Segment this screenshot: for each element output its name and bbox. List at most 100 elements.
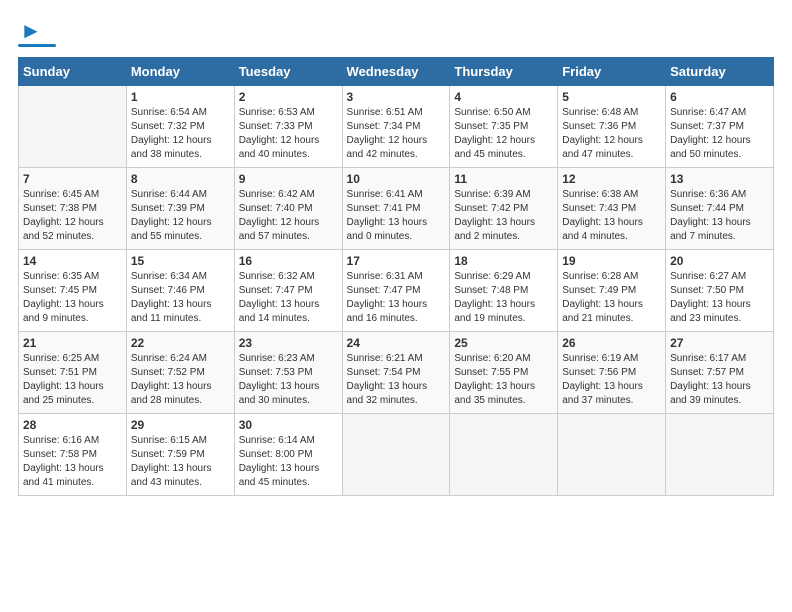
calendar-cell: 14 Sunrise: 6:35 AMSunset: 7:45 PMDayligh… [19, 250, 127, 332]
day-info: Sunrise: 6:20 AMSunset: 7:55 PMDaylight:… [454, 352, 553, 408]
calendar-cell: 9 Sunrise: 6:42 AMSunset: 7:40 PMDaylight… [234, 168, 342, 250]
day-number: 7 [23, 172, 122, 186]
calendar-week-row: 21 Sunrise: 6:25 AMSunset: 7:51 PMDayligh… [19, 332, 774, 414]
day-info: Sunrise: 6:41 AMSunset: 7:41 PMDaylight:… [347, 188, 446, 244]
weekday-header-saturday: Saturday [666, 58, 774, 86]
weekday-header-sunday: Sunday [19, 58, 127, 86]
logo-line [18, 44, 56, 47]
day-info: Sunrise: 6:38 AMSunset: 7:43 PMDaylight:… [562, 188, 661, 244]
calendar-cell: 23 Sunrise: 6:23 AMSunset: 7:53 PMDayligh… [234, 332, 342, 414]
calendar-cell [666, 414, 774, 496]
calendar-week-row: 14 Sunrise: 6:35 AMSunset: 7:45 PMDayligh… [19, 250, 774, 332]
calendar-table: SundayMondayTuesdayWednesdayThursdayFrid… [18, 57, 774, 496]
calendar-cell: 15Sunrise: 6:34 AMSunset: 7:46 PMDayligh… [126, 250, 234, 332]
calendar-cell: 17 Sunrise: 6:31 AMSunset: 7:47 PMDayligh… [342, 250, 450, 332]
calendar-cell: 20Sunrise: 6:27 AMSunset: 7:50 PMDayligh… [666, 250, 774, 332]
day-info: Sunrise: 6:29 AMSunset: 7:48 PMDaylight:… [454, 270, 553, 326]
day-number: 12 [562, 172, 661, 186]
calendar-cell: 27 Sunrise: 6:17 AMSunset: 7:57 PMDayligh… [666, 332, 774, 414]
day-info: Sunrise: 6:23 AMSunset: 7:53 PMDaylight:… [239, 352, 338, 408]
logo-text: ► [18, 18, 42, 44]
day-number: 18 [454, 254, 553, 268]
day-number: 13 [670, 172, 769, 186]
day-number: 29 [131, 418, 230, 432]
day-number: 21 [23, 336, 122, 350]
calendar-cell [558, 414, 666, 496]
day-number: 24 [347, 336, 446, 350]
day-info: Sunrise: 6:21 AMSunset: 7:54 PMDaylight:… [347, 352, 446, 408]
calendar-week-row: 1 Sunrise: 6:54 AMSunset: 7:32 PMDaylight… [19, 86, 774, 168]
calendar-cell: 28 Sunrise: 6:16 AMSunset: 7:58 PMDayligh… [19, 414, 127, 496]
calendar-cell: 22 Sunrise: 6:24 AMSunset: 7:52 PMDayligh… [126, 332, 234, 414]
calendar-cell: 11 Sunrise: 6:39 AMSunset: 7:42 PMDayligh… [450, 168, 558, 250]
header-area: ► [18, 18, 774, 47]
weekday-header-wednesday: Wednesday [342, 58, 450, 86]
day-number: 15 [131, 254, 230, 268]
day-number: 4 [454, 90, 553, 104]
day-info: Sunrise: 6:48 AMSunset: 7:36 PMDaylight:… [562, 106, 661, 162]
day-info: Sunrise: 6:44 AMSunset: 7:39 PMDaylight:… [131, 188, 230, 244]
calendar-week-row: 28 Sunrise: 6:16 AMSunset: 7:58 PMDayligh… [19, 414, 774, 496]
calendar-cell: 8Sunrise: 6:44 AMSunset: 7:39 PMDaylight… [126, 168, 234, 250]
day-number: 23 [239, 336, 338, 350]
weekday-header-row: SundayMondayTuesdayWednesdayThursdayFrid… [19, 58, 774, 86]
calendar-cell: 24 Sunrise: 6:21 AMSunset: 7:54 PMDayligh… [342, 332, 450, 414]
calendar-cell: 7Sunrise: 6:45 AMSunset: 7:38 PMDaylight… [19, 168, 127, 250]
day-info: Sunrise: 6:32 AMSunset: 7:47 PMDaylight:… [239, 270, 338, 326]
day-info: Sunrise: 6:16 AMSunset: 7:58 PMDaylight:… [23, 434, 122, 490]
day-info: Sunrise: 6:35 AMSunset: 7:45 PMDaylight:… [23, 270, 122, 326]
day-info: Sunrise: 6:47 AMSunset: 7:37 PMDaylight:… [670, 106, 769, 162]
calendar-cell [450, 414, 558, 496]
calendar-cell: 29Sunrise: 6:15 AMSunset: 7:59 PMDayligh… [126, 414, 234, 496]
calendar-cell: 30Sunrise: 6:14 AMSunset: 8:00 PMDayligh… [234, 414, 342, 496]
calendar-cell: 16 Sunrise: 6:32 AMSunset: 7:47 PMDayligh… [234, 250, 342, 332]
day-number: 27 [670, 336, 769, 350]
day-info: Sunrise: 6:36 AMSunset: 7:44 PMDaylight:… [670, 188, 769, 244]
day-info: Sunrise: 6:54 AMSunset: 7:32 PMDaylight:… [131, 106, 230, 162]
calendar-cell: 10Sunrise: 6:41 AMSunset: 7:41 PMDayligh… [342, 168, 450, 250]
calendar-cell: 19 Sunrise: 6:28 AMSunset: 7:49 PMDayligh… [558, 250, 666, 332]
calendar-cell: 21 Sunrise: 6:25 AMSunset: 7:51 PMDayligh… [19, 332, 127, 414]
day-number: 17 [347, 254, 446, 268]
calendar-cell: 25Sunrise: 6:20 AMSunset: 7:55 PMDayligh… [450, 332, 558, 414]
calendar-cell [342, 414, 450, 496]
day-info: Sunrise: 6:28 AMSunset: 7:49 PMDaylight:… [562, 270, 661, 326]
day-info: Sunrise: 6:24 AMSunset: 7:52 PMDaylight:… [131, 352, 230, 408]
calendar-cell: 2Sunrise: 6:53 AMSunset: 7:33 PMDaylight… [234, 86, 342, 168]
calendar-cell: 1 Sunrise: 6:54 AMSunset: 7:32 PMDaylight… [126, 86, 234, 168]
day-number: 5 [562, 90, 661, 104]
day-info: Sunrise: 6:51 AMSunset: 7:34 PMDaylight:… [347, 106, 446, 162]
logo: ► [18, 18, 58, 47]
day-number: 22 [131, 336, 230, 350]
day-number: 3 [347, 90, 446, 104]
day-number: 28 [23, 418, 122, 432]
day-info: Sunrise: 6:53 AMSunset: 7:33 PMDaylight:… [239, 106, 338, 162]
calendar-container: ► SundayMondayTuesdayWednesdayThursdayFr… [0, 0, 792, 506]
calendar-cell: 3 Sunrise: 6:51 AMSunset: 7:34 PMDaylight… [342, 86, 450, 168]
weekday-header-monday: Monday [126, 58, 234, 86]
day-info: Sunrise: 6:25 AMSunset: 7:51 PMDaylight:… [23, 352, 122, 408]
day-info: Sunrise: 6:39 AMSunset: 7:42 PMDaylight:… [454, 188, 553, 244]
day-info: Sunrise: 6:19 AMSunset: 7:56 PMDaylight:… [562, 352, 661, 408]
day-info: Sunrise: 6:31 AMSunset: 7:47 PMDaylight:… [347, 270, 446, 326]
day-info: Sunrise: 6:42 AMSunset: 7:40 PMDaylight:… [239, 188, 338, 244]
day-number: 1 [131, 90, 230, 104]
calendar-cell: 13 Sunrise: 6:36 AMSunset: 7:44 PMDayligh… [666, 168, 774, 250]
day-number: 11 [454, 172, 553, 186]
calendar-cell: 26 Sunrise: 6:19 AMSunset: 7:56 PMDayligh… [558, 332, 666, 414]
day-number: 9 [239, 172, 338, 186]
day-number: 26 [562, 336, 661, 350]
logo-blue-line [18, 44, 58, 47]
calendar-cell: 12 Sunrise: 6:38 AMSunset: 7:43 PMDayligh… [558, 168, 666, 250]
day-number: 20 [670, 254, 769, 268]
calendar-cell: 6Sunrise: 6:47 AMSunset: 7:37 PMDaylight… [666, 86, 774, 168]
day-number: 14 [23, 254, 122, 268]
day-info: Sunrise: 6:50 AMSunset: 7:35 PMDaylight:… [454, 106, 553, 162]
calendar-cell [19, 86, 127, 168]
day-number: 16 [239, 254, 338, 268]
day-info: Sunrise: 6:17 AMSunset: 7:57 PMDaylight:… [670, 352, 769, 408]
day-number: 19 [562, 254, 661, 268]
day-info: Sunrise: 6:14 AMSunset: 8:00 PMDaylight:… [239, 434, 338, 490]
calendar-cell: 5 Sunrise: 6:48 AMSunset: 7:36 PMDaylight… [558, 86, 666, 168]
calendar-cell: 4 Sunrise: 6:50 AMSunset: 7:35 PMDaylight… [450, 86, 558, 168]
